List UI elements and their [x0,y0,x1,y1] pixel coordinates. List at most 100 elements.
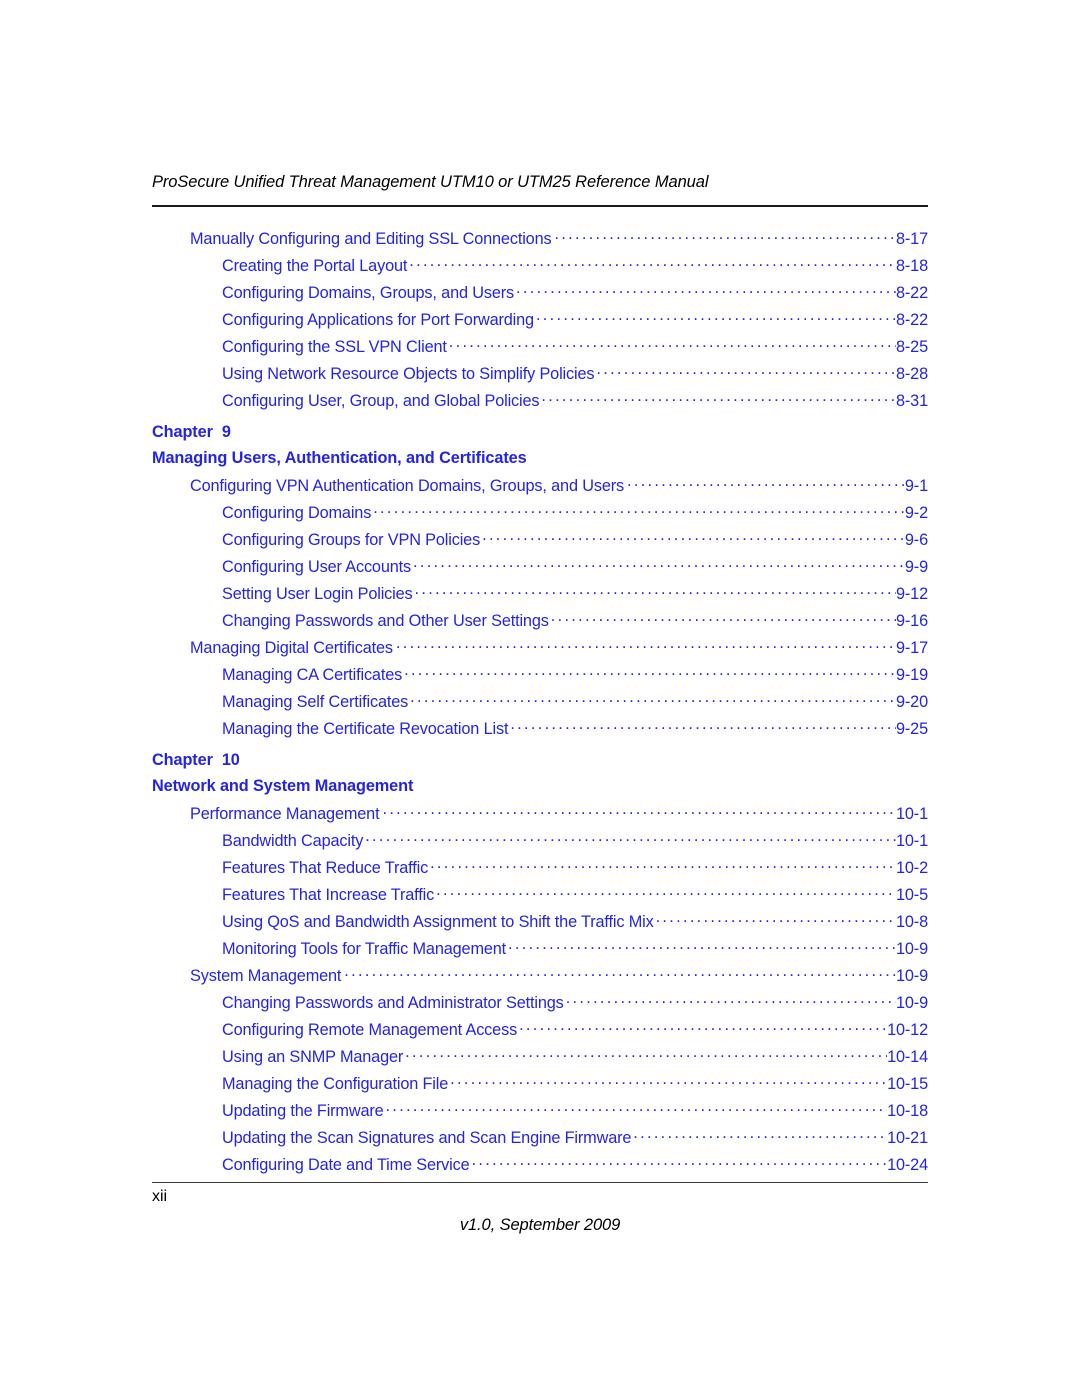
toc-entry-page-number: 10-5 [896,886,928,905]
toc-entry-title: Configuring the SSL VPN Client [222,338,447,357]
toc-leader-dots [472,1154,888,1170]
toc-leader-dots [382,803,896,819]
toc-entry[interactable]: Creating the Portal Layout 8-18 [222,255,928,282]
footer-divider-rule [152,1182,928,1183]
toc-entry[interactable]: Managing the Certificate Revocation List… [222,718,928,745]
chapter-label: Chapter [152,423,213,441]
toc-leader-dots [627,475,905,491]
toc-leader-dots [409,255,896,271]
toc-leader-dots [541,390,896,406]
toc-entry[interactable]: Bandwidth Capacity 10-1 [222,830,928,857]
toc-entry-title: Configuring Remote Management Access [222,1021,518,1040]
toc-entry[interactable]: Configuring Date and Time Service 10-24 [222,1154,928,1181]
toc-entry-page-number: 9-2 [904,504,928,523]
toc-entry-title: Performance Management [190,805,380,824]
toc-entry-page-number: 10-8 [896,913,928,932]
toc-entry-title: Changing Passwords and Other User Settin… [222,612,549,631]
toc-entry-title: Using QoS and Bandwidth Assignment to Sh… [222,913,654,932]
toc-entry-title: System Management [190,967,342,986]
toc-entry[interactable]: Features That Reduce Traffic 10-2 [222,857,928,884]
toc-leader-dots [415,583,896,599]
toc-entry-title: Configuring User Accounts [222,558,412,577]
toc-entry[interactable]: Manually Configuring and Editing SSL Con… [190,228,928,255]
toc-entry[interactable]: Configuring VPN Authentication Domains, … [190,475,928,502]
toc-entry-page-number: 9-19 [896,666,928,685]
toc-entry-title: Managing Self Certificates [222,693,409,712]
chapter-number: 10 [221,751,240,769]
toc-entry-title: Creating the Portal Layout [222,257,408,276]
toc-entry-page-number: 8-22 [896,311,928,330]
toc-entry[interactable]: Configuring User, Group, and Global Poli… [222,390,928,417]
toc-entry-title: Updating the Scan Signatures and Scan En… [222,1129,632,1148]
toc-entry-title: Configuring VPN Authentication Domains, … [190,477,624,496]
toc-entry[interactable]: Monitoring Tools for Traffic Management 1… [222,938,928,965]
page-folio-number: xii [152,1188,168,1205]
toc-entry-title: Setting User Login Policies [222,585,413,604]
toc-leader-dots [410,691,896,707]
toc-entry[interactable]: Configuring Remote Management Access 10-1… [222,1019,928,1046]
toc-entry[interactable]: Using an SNMP Manager 10-14 [222,1046,928,1073]
toc-entry[interactable]: Changing Passwords and Administrator Set… [222,992,928,1019]
toc-entry-page-number: 10-18 [887,1102,928,1121]
toc-entry[interactable]: Managing CA Certificates 9-19 [222,664,928,691]
toc-entry[interactable]: Using QoS and Bandwidth Assignment to Sh… [222,911,928,938]
toc-leader-dots [536,309,896,325]
toc-leader-dots [508,938,896,954]
running-header-title: ProSecure Unified Threat Management UTM1… [152,173,709,191]
toc-entry[interactable]: Configuring Applications for Port Forwar… [222,309,928,336]
toc-entry-page-number: 8-22 [896,284,928,303]
toc-entry[interactable]: Configuring User Accounts 9-9 [222,556,928,583]
toc-leader-dots [656,911,896,927]
toc-leader-dots [519,1019,887,1035]
toc-entry-title: Using Network Resource Objects to Simpli… [222,365,595,384]
document-page: ProSecure Unified Threat Management UTM1… [0,0,1080,1397]
toc-entry[interactable]: Updating the Scan Signatures and Scan En… [222,1127,928,1154]
toc-entry-page-number: 10-12 [887,1021,928,1040]
toc-entry[interactable]: Configuring Domains, Groups, and Users 8-… [222,282,928,309]
toc-entry[interactable]: Performance Management 10-1 [190,803,928,830]
toc-entry[interactable]: Managing the Configuration File 10-15 [222,1073,928,1100]
toc-entry[interactable]: Changing Passwords and Other User Settin… [222,610,928,637]
toc-entry[interactable]: Configuring the SSL VPN Client 8-25 [222,336,928,363]
toc-leader-dots [373,502,905,518]
toc-entry[interactable]: Managing Digital Certificates 9-17 [190,637,928,664]
toc-entry-page-number: 10-1 [896,832,928,851]
toc-entry[interactable]: Setting User Login Policies 9-12 [222,583,928,610]
toc-entry[interactable]: Using Network Resource Objects to Simpli… [222,363,928,390]
toc-leader-dots [405,1046,887,1062]
toc-entry-page-number: 9-25 [896,720,928,739]
toc-entry-page-number: 10-15 [887,1075,928,1094]
toc-entry-title: Configuring User, Group, and Global Poli… [222,392,540,411]
toc-entry[interactable]: Configuring Domains 9-2 [222,502,928,529]
chapter-block: Chapter 9 Managing Users, Authentication, … [152,420,928,471]
toc-entry-page-number: 10-14 [887,1048,928,1067]
toc-leader-dots [510,718,896,734]
toc-leader-dots [566,992,896,1008]
chapter-title: Managing Users, Authentication, and Cert… [152,449,527,467]
toc-entry-page-number: 8-25 [896,338,928,357]
toc-entry-title: Changing Passwords and Administrator Set… [222,994,564,1013]
toc-entry-page-number: 8-31 [896,392,928,411]
toc-leader-dots [596,363,896,379]
table-of-contents: Manually Configuring and Editing SSL Con… [152,228,928,1181]
toc-entry[interactable]: Updating the Firmware 10-18 [222,1100,928,1127]
toc-entry-page-number: 9-9 [904,558,928,577]
toc-leader-dots [449,336,896,352]
toc-entry[interactable]: System Management 10-9 [190,965,928,992]
toc-entry[interactable]: Features That Increase Traffic 10-5 [222,884,928,911]
toc-entry-page-number: 10-2 [896,859,928,878]
toc-entry[interactable]: Managing Self Certificates 9-20 [222,691,928,718]
toc-leader-dots [450,1073,887,1089]
toc-entry-title: Managing the Configuration File [222,1075,449,1094]
toc-entry-title: Monitoring Tools for Traffic Management [222,940,507,959]
toc-entry-title: Features That Reduce Traffic [222,859,429,878]
toc-entry-title: Configuring Domains [222,504,372,523]
toc-entry-page-number: 10-9 [896,994,928,1013]
toc-entry[interactable]: Configuring Groups for VPN Policies 9-6 [222,529,928,556]
toc-entry-page-number: 8-17 [896,230,928,249]
chapter-number-line: Chapter 10 [152,748,928,773]
chapter-number: 9 [221,423,231,441]
toc-entry-title: Updating the Firmware [222,1102,384,1121]
toc-leader-dots [554,228,896,244]
toc-leader-dots [365,830,896,846]
